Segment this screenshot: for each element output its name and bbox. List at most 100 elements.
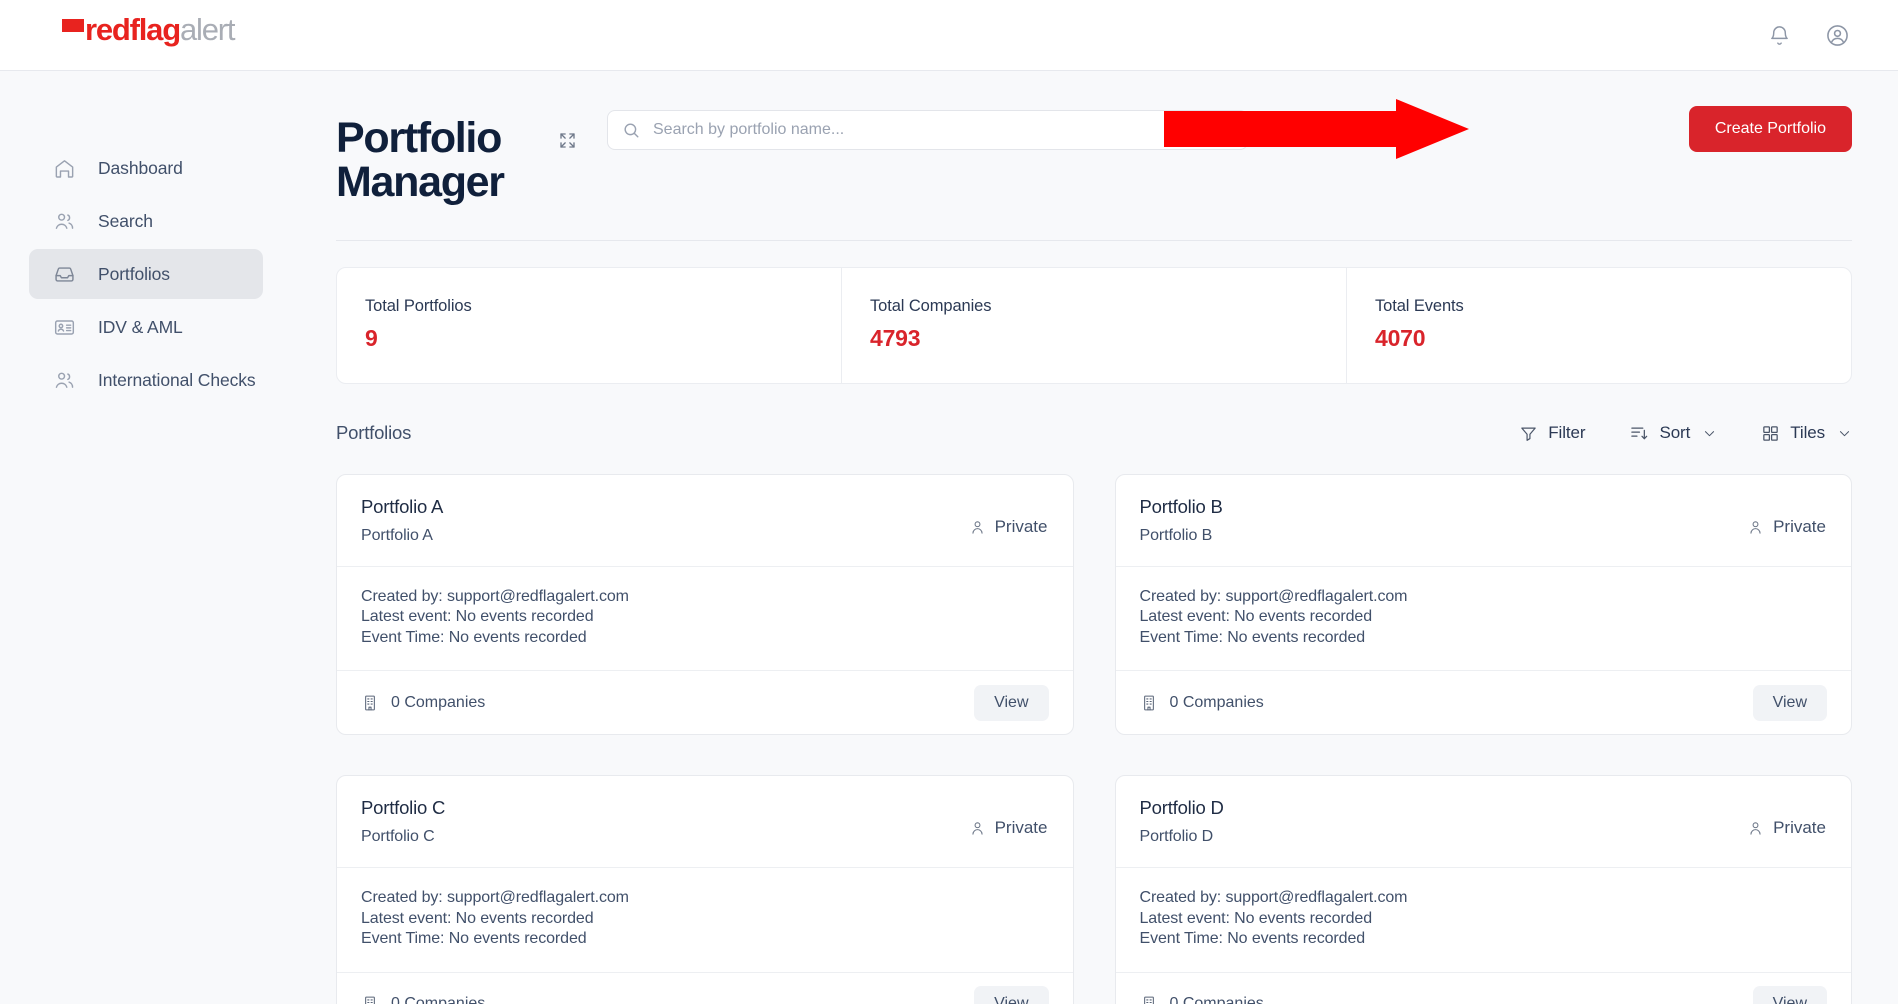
privacy-label: Private — [1773, 517, 1826, 536]
chevron-down-icon — [1837, 426, 1852, 441]
person-icon — [1747, 820, 1764, 837]
card-event-time: Event Time: No events recorded — [361, 930, 587, 948]
sort-icon — [1629, 423, 1649, 443]
top-bar-actions — [1764, 20, 1852, 50]
card-event-time: Event Time: No events recorded — [1139, 930, 1366, 948]
id-card-icon — [52, 315, 76, 339]
card-created-by: Created by: support@redflagalert.com — [361, 588, 629, 605]
privacy-badge: Private — [969, 517, 1048, 537]
sidebar: Dashboard Search Portfolios IDV & AML In… — [0, 71, 296, 1004]
sidebar-item-dashboard[interactable]: Dashboard — [29, 143, 263, 193]
company-count-label: 0 Companies — [391, 995, 486, 1004]
portfolio-card[interactable]: Portfolio C Portfolio C Private Created … — [336, 775, 1074, 1004]
sidebar-item-label: International Checks — [98, 369, 256, 390]
expand-fullscreen-icon[interactable] — [554, 127, 580, 153]
people-icon — [52, 209, 76, 233]
stat-label: Total Companies — [870, 297, 992, 315]
user-circle-icon[interactable] — [1822, 20, 1852, 50]
chevron-down-icon — [1702, 426, 1717, 441]
stats-summary: Total Portfolios 9 Total Companies 4793 … — [336, 267, 1852, 384]
building-icon — [1140, 694, 1158, 712]
view-button[interactable]: View — [974, 684, 1049, 721]
portfolio-card[interactable]: Portfolio B Portfolio B Private Created … — [1114, 474, 1852, 736]
person-icon — [969, 820, 986, 837]
card-details: Created by: support@redflagalert.com Lat… — [337, 567, 1073, 672]
funnel-icon — [1519, 424, 1538, 443]
card-created-by: Created by: support@redflagalert.com — [1139, 889, 1408, 907]
header-divider — [336, 240, 1852, 241]
main-content: Portfolio Manager Create Portfolio — [296, 71, 1898, 1004]
company-count: 0 Companies — [1140, 694, 1264, 712]
inbox-icon — [52, 262, 76, 286]
portfolio-card[interactable]: Portfolio A Portfolio A Private Created … — [336, 474, 1074, 736]
card-details: Created by: support@redflagalert.com Lat… — [1115, 567, 1851, 672]
logo-text-red: redflag — [85, 12, 181, 47]
card-latest-event: Latest event: No events recorded — [1139, 608, 1373, 626]
company-count-label: 0 Companies — [1169, 693, 1264, 711]
building-icon — [1140, 995, 1158, 1004]
privacy-label: Private — [994, 517, 1048, 536]
privacy-label: Private — [1773, 818, 1826, 838]
search-input[interactable] — [653, 121, 1233, 139]
card-subtitle: Portfolio B — [1139, 527, 1213, 544]
bell-icon[interactable] — [1764, 20, 1794, 50]
company-count: 0 Companies — [1140, 995, 1264, 1004]
card-title: Portfolio D — [1139, 797, 1224, 819]
sidebar-item-label: Search — [98, 210, 153, 231]
home-icon — [52, 156, 76, 180]
sort-label: Sort — [1659, 423, 1691, 442]
top-bar: redflag alert — [0, 0, 1898, 71]
card-details: Created by: support@redflagalert.com Lat… — [1115, 868, 1851, 973]
card-details: Created by: support@redflagalert.com Lat… — [337, 868, 1073, 973]
stat-value: 4070 — [1375, 325, 1426, 351]
card-subtitle: Portfolio D — [1139, 828, 1214, 846]
card-footer: 0 Companies View — [337, 671, 1073, 734]
view-mode-label: Tiles — [1790, 423, 1825, 442]
card-header: Portfolio D Portfolio D Private — [1115, 776, 1851, 869]
card-title: Portfolio B — [1139, 496, 1223, 517]
stat-total-events: Total Events 4070 — [1347, 268, 1851, 383]
card-subtitle: Portfolio C — [361, 828, 435, 846]
people-icon — [52, 368, 76, 392]
view-button[interactable]: View — [974, 986, 1049, 1004]
card-title: Portfolio C — [361, 797, 446, 819]
page-header: Portfolio Manager Create Portfolio — [336, 71, 1852, 226]
search-box[interactable] — [607, 110, 1248, 150]
card-footer: 0 Companies View — [1116, 973, 1852, 1004]
card-header: Portfolio A Portfolio A Private — [337, 475, 1073, 567]
search-icon — [622, 121, 641, 140]
sort-button[interactable]: Sort — [1629, 423, 1717, 443]
card-header: Portfolio B Portfolio B Private — [1115, 475, 1851, 567]
stat-value: 9 — [365, 325, 378, 351]
sidebar-item-idv-aml[interactable]: IDV & AML — [29, 302, 263, 352]
redflagalert-logo[interactable]: redflag alert — [62, 12, 236, 47]
view-button[interactable]: View — [1752, 684, 1827, 721]
sidebar-item-label: IDV & AML — [98, 316, 183, 337]
portfolio-card[interactable]: Portfolio D Portfolio D Private Created … — [1114, 775, 1852, 1004]
portfolios-section-title: Portfolios — [336, 422, 412, 443]
building-icon — [361, 694, 379, 712]
sidebar-item-search[interactable]: Search — [29, 196, 263, 246]
sidebar-item-label: Portfolios — [98, 263, 170, 284]
list-controls: Portfolios Filter Sort Tiles — [336, 416, 1852, 450]
view-mode-button[interactable]: Tiles — [1761, 423, 1852, 443]
logo-flag-mark — [62, 19, 84, 32]
card-title: Portfolio A — [361, 496, 444, 517]
stat-total-companies: Total Companies 4793 — [842, 268, 1347, 383]
filter-button[interactable]: Filter — [1519, 423, 1586, 443]
stat-total-portfolios: Total Portfolios 9 — [337, 268, 842, 383]
view-button[interactable]: View — [1752, 986, 1827, 1004]
company-count: 0 Companies — [361, 694, 485, 712]
card-event-time: Event Time: No events recorded — [361, 628, 587, 646]
logo-text-grey: alert — [179, 12, 236, 47]
company-count-label: 0 Companies — [1169, 995, 1264, 1004]
card-subtitle: Portfolio A — [361, 527, 433, 544]
tiles-grid-icon — [1761, 424, 1780, 443]
create-portfolio-button[interactable]: Create Portfolio — [1688, 106, 1852, 152]
company-count: 0 Companies — [361, 995, 485, 1004]
card-footer: 0 Companies View — [337, 973, 1073, 1004]
sidebar-item-portfolios[interactable]: Portfolios — [29, 249, 263, 299]
card-header: Portfolio C Portfolio C Private — [337, 776, 1073, 869]
view-controls: Filter Sort Tiles — [1519, 423, 1852, 443]
sidebar-item-international-checks[interactable]: International Checks — [29, 355, 263, 405]
